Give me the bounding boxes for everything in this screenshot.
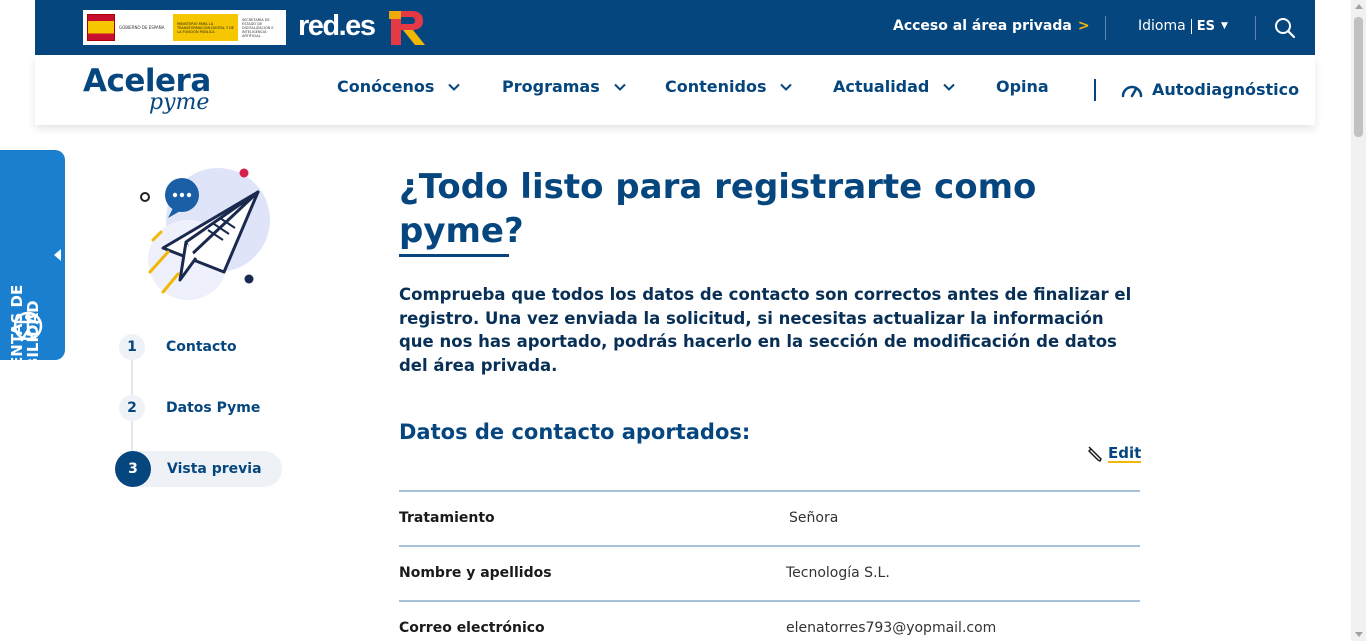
- gauge-icon: [1121, 85, 1143, 97]
- step-datos-pyme[interactable]: 2 Datos Pyme: [119, 395, 260, 421]
- nav-item-contenidos[interactable]: Contenidos: [665, 77, 793, 96]
- nav-item-label: Programas: [502, 77, 600, 96]
- chevron-right-icon: >: [1077, 18, 1090, 34]
- row-divider: [399, 490, 1140, 492]
- autodiagnostico-link[interactable]: Autodiagnóstico: [1120, 80, 1299, 99]
- step-label: Vista previa: [167, 461, 262, 477]
- row-divider: [399, 545, 1140, 547]
- divider: [1105, 16, 1106, 40]
- page-scrollbar[interactable]: [1351, 0, 1366, 641]
- divider: [1255, 16, 1256, 40]
- row-label: Nombre y apellidos: [399, 565, 552, 581]
- scroll-up-icon[interactable]: [1355, 4, 1363, 9]
- redes-logo[interactable]: red.es: [298, 10, 376, 43]
- nav-item-label: Conócenos: [337, 77, 435, 96]
- private-area-label: Acceso al área privada: [893, 18, 1072, 34]
- nav-item-label: Contenidos: [665, 77, 767, 96]
- nav-item-programas[interactable]: Programas: [502, 77, 626, 96]
- section-title: Datos de contacto aportados:: [399, 420, 751, 444]
- accessibility-person-icon: [13, 311, 43, 342]
- search-icon[interactable]: [1273, 16, 1297, 40]
- autodiagnostico-label: Autodiagnóstico: [1152, 80, 1300, 99]
- scroll-down-icon[interactable]: [1355, 632, 1363, 637]
- step-vista-previa[interactable]: 3 Vista previa: [115, 451, 282, 487]
- main-navigation: Acelera pyme Conócenos Programas Conteni…: [35, 55, 1315, 125]
- government-logo[interactable]: GOBIERNO DE ESPAÑA MINISTERIO PARA LA TR…: [83, 10, 286, 45]
- row-label: Correo electrónico: [399, 620, 545, 636]
- row-divider: [399, 600, 1140, 602]
- edit-label: Edit: [1108, 444, 1142, 463]
- gov-logo-line2: MINISTERIO PARA LA TRANSFORMACIÓN DIGITA…: [173, 14, 238, 41]
- chevron-down-icon: [448, 83, 461, 91]
- scrollbar-thumb[interactable]: [1354, 17, 1363, 137]
- edit-button[interactable]: Edit: [1088, 444, 1142, 463]
- nav-item-opina[interactable]: Opina: [996, 77, 1049, 96]
- nav-item-conocenos[interactable]: Conócenos: [337, 77, 461, 96]
- step-contacto[interactable]: 1 Contacto: [119, 334, 237, 360]
- divider: [1094, 79, 1096, 101]
- chevron-down-icon: [614, 83, 626, 91]
- step-number: 2: [119, 395, 145, 421]
- row-value: Tecnología S.L.: [786, 565, 890, 581]
- top-bar: GOBIERNO DE ESPAÑA MINISTERIO PARA LA TR…: [35, 0, 1315, 55]
- intro-text: Comprueba que todos los datos de contact…: [399, 285, 1132, 375]
- chevron-down-icon: [943, 83, 956, 91]
- accessibility-tools-tab[interactable]: HERRAMIENTAS DE ACCESIBILIDAD: [0, 150, 65, 445]
- step-label: Datos Pyme: [166, 400, 261, 416]
- row-value: elenatorres793@yopmail.com: [786, 620, 997, 636]
- arrow-left-icon: [54, 249, 61, 261]
- nav-item-label: Opina: [996, 77, 1049, 96]
- coat-of-arms-icon: [87, 14, 115, 41]
- private-area-link[interactable]: Acceso al área privada >: [893, 18, 1090, 34]
- step-label: Contacto: [166, 339, 237, 355]
- nav-item-actualidad[interactable]: Actualidad: [833, 77, 956, 96]
- step-number: 1: [119, 334, 145, 360]
- prtr-logo-icon[interactable]: [387, 9, 429, 47]
- page-title: ¿Todo listo para registrarte como pyme?: [399, 167, 1037, 251]
- caret-down-icon: ▼: [1220, 21, 1228, 31]
- step-number: 3: [115, 451, 151, 487]
- acelera-logo-pyme: pyme: [149, 90, 210, 115]
- paper-plane-illustration-icon: [140, 168, 270, 300]
- row-label: Tratamiento: [399, 510, 495, 526]
- nav-item-label: Actualidad: [833, 77, 930, 96]
- language-label: Idioma: [1138, 18, 1186, 34]
- title-underline: [399, 254, 509, 257]
- language-selector[interactable]: Idioma ES ▼: [1138, 18, 1228, 34]
- divider: [1190, 18, 1192, 34]
- gov-logo-line3: SECRETARÍA DE ESTADO DE DIGITALIZACIÓN E…: [242, 17, 274, 38]
- gov-logo-line1: GOBIERNO DE ESPAÑA: [119, 25, 165, 30]
- chevron-down-icon: [780, 83, 793, 91]
- language-value: ES: [1196, 19, 1215, 34]
- pencil-icon: [1088, 446, 1102, 462]
- row-value: Señora: [789, 510, 839, 526]
